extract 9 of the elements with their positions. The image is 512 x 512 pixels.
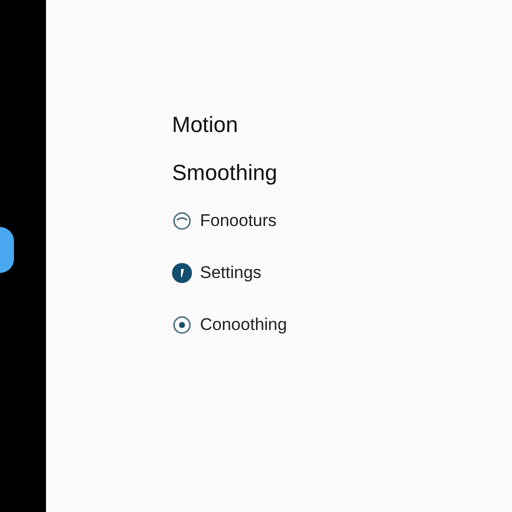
option-label: Fonooturs	[200, 210, 277, 232]
option-label: Settings	[200, 262, 262, 284]
option-label: Conoothing	[200, 314, 287, 336]
radio-icon	[173, 316, 191, 334]
circle-icon	[173, 212, 191, 230]
side-tab[interactable]	[0, 227, 14, 273]
heading: Motion	[172, 111, 240, 139]
circle-icon	[172, 263, 192, 283]
heading: Smoothing	[172, 159, 278, 187]
